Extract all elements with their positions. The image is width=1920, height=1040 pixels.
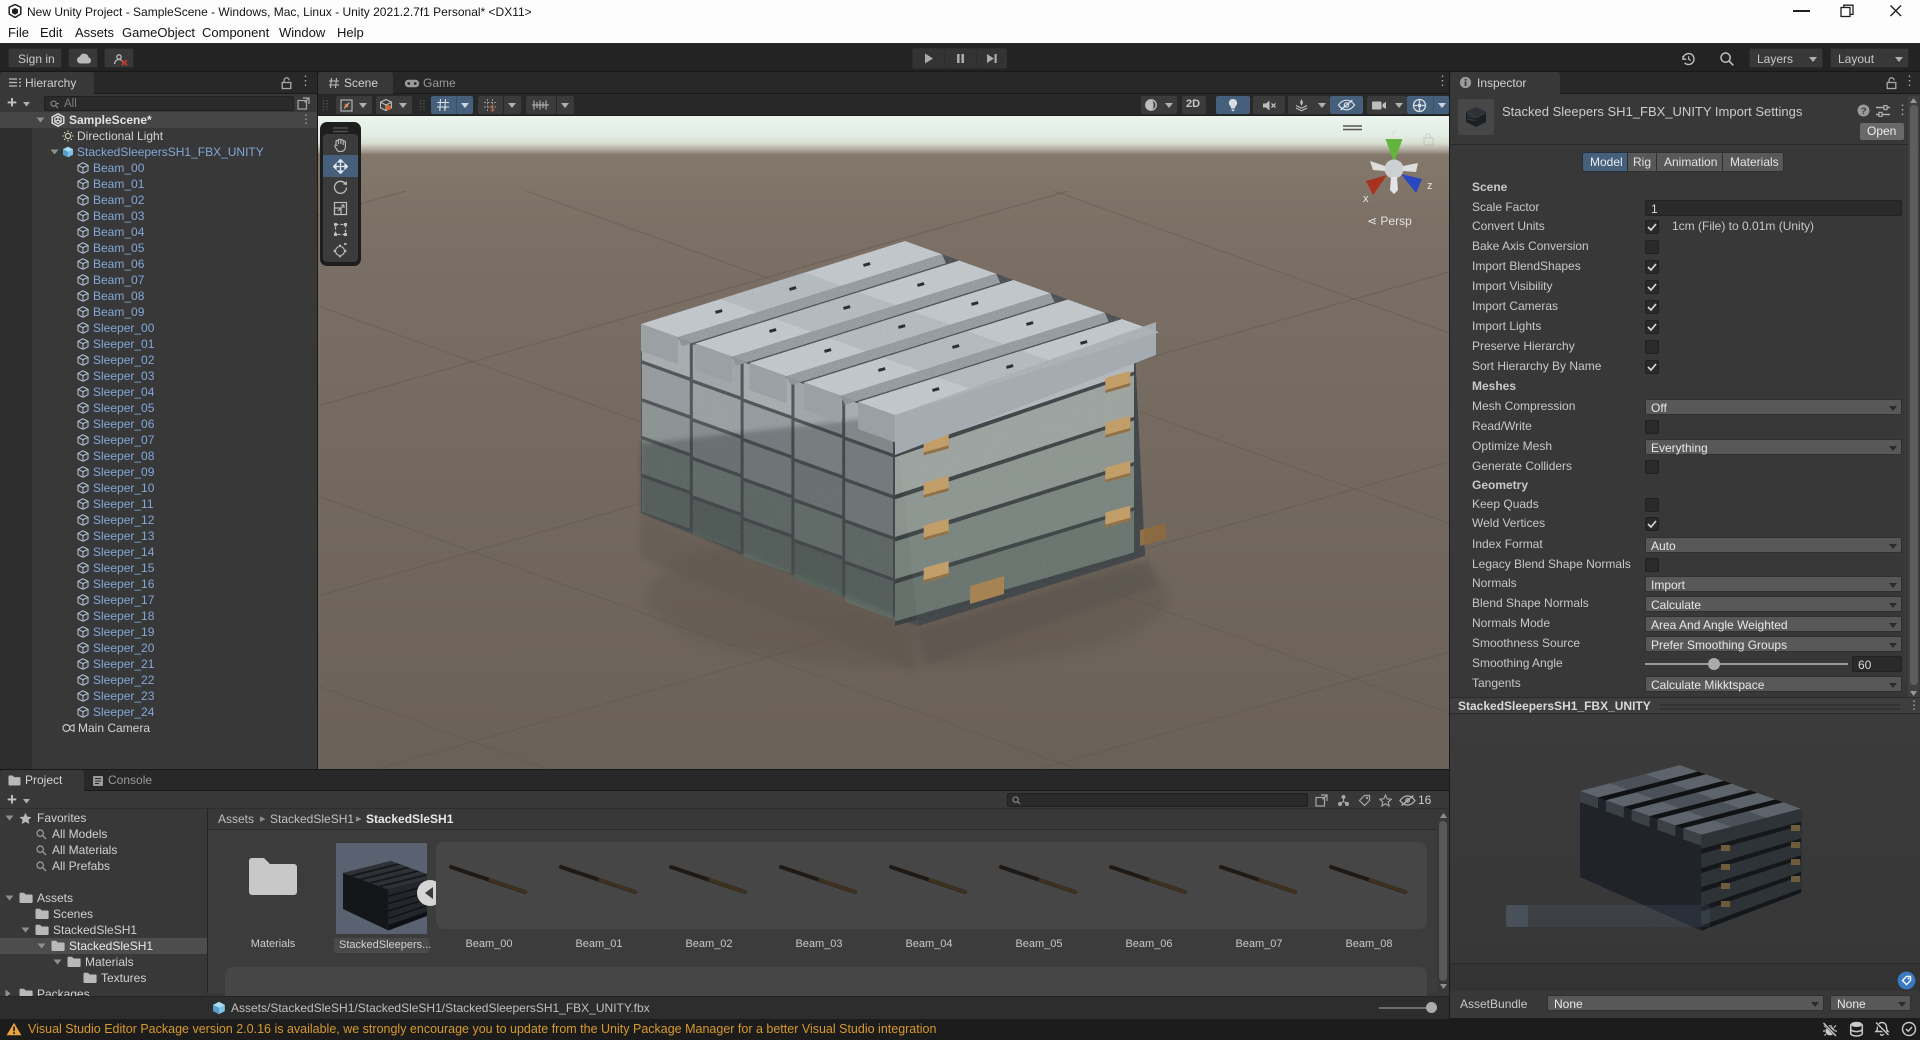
- svg-text:z: z: [1427, 180, 1433, 192]
- svg-text:x: x: [1363, 193, 1369, 205]
- svg-text:⋖ Persp: ⋖ Persp: [1367, 214, 1412, 228]
- svg-text:Y: Y: [443, 107, 447, 112]
- svg-text:y: y: [1391, 127, 1396, 138]
- svg-text:5: 5: [490, 104, 495, 113]
- svg-text:?: ?: [1861, 106, 1867, 117]
